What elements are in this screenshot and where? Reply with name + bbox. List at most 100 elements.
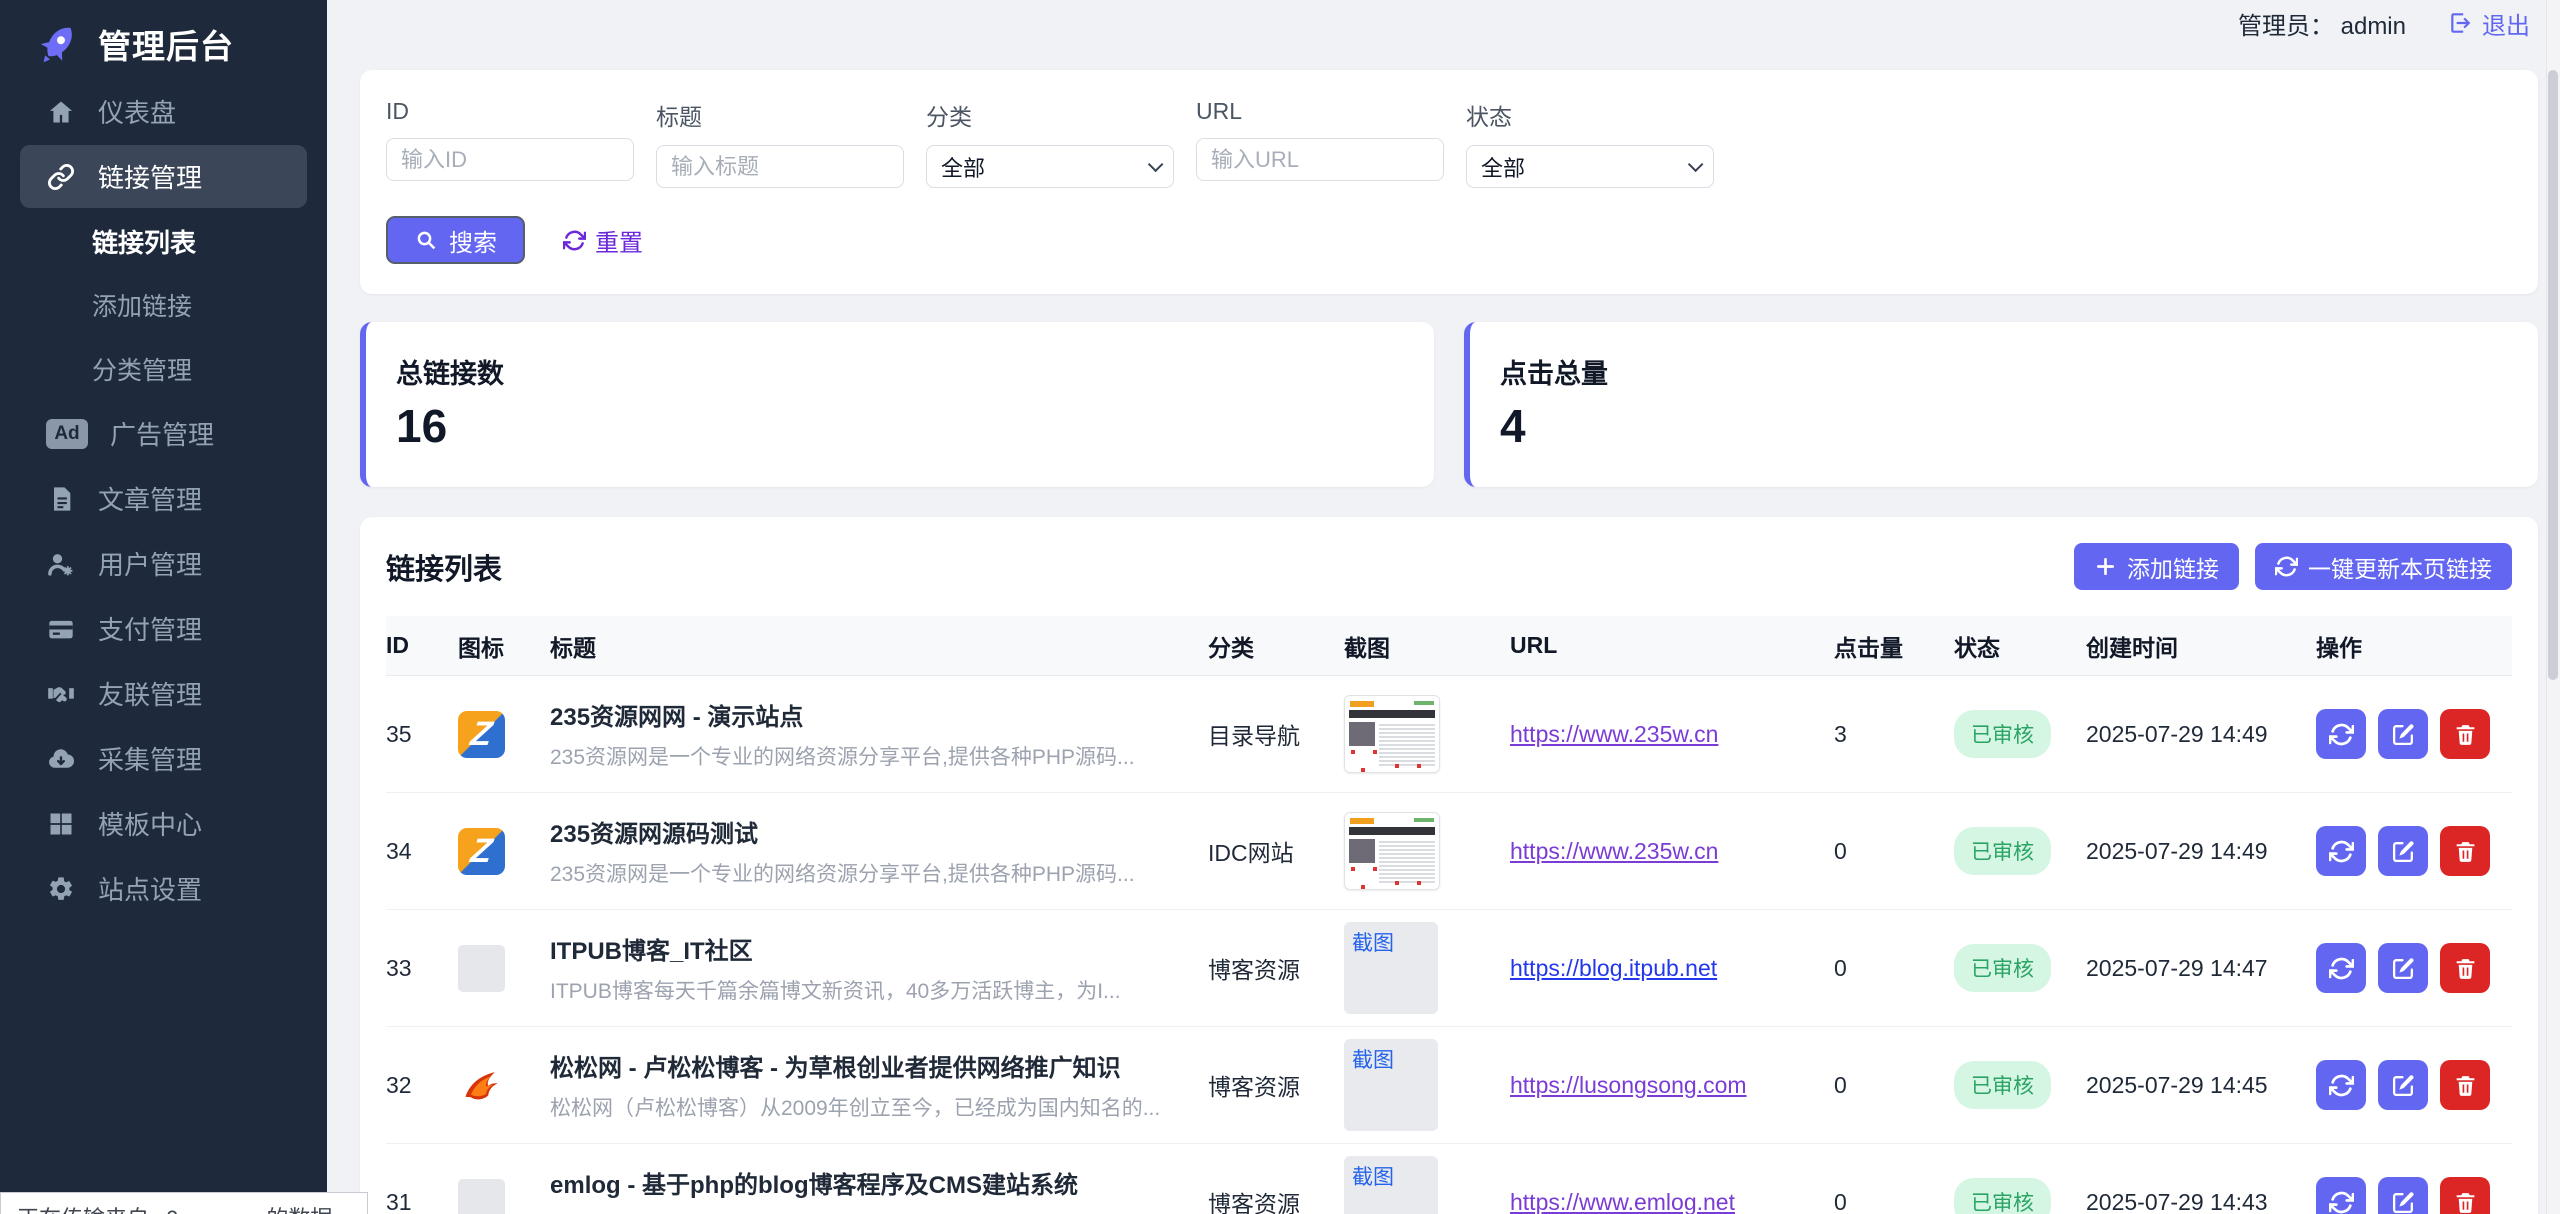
column-header: 图标 xyxy=(458,629,550,663)
sidebar-item-dashboard[interactable]: 仪表盘 xyxy=(20,80,307,143)
delete-link-button[interactable] xyxy=(2440,1060,2490,1110)
delete-link-button[interactable] xyxy=(2440,826,2490,876)
column-header: ID xyxy=(386,632,458,659)
delete-link-button[interactable] xyxy=(2440,709,2490,759)
stats-row: 总链接数16点击总量4 xyxy=(360,322,2538,487)
refresh-link-button[interactable] xyxy=(2316,943,2366,993)
sidebar-item-article-management[interactable]: 文章管理 xyxy=(20,467,307,530)
users-icon xyxy=(46,549,76,579)
link-id: 34 xyxy=(386,838,458,865)
link-description: 235资源网是一个专业的网络资源分享平台,提供各种PHP源码... xyxy=(550,858,1184,888)
logout-button[interactable]: 退出 xyxy=(2448,6,2530,41)
update-page-links-button[interactable]: 一键更新本页链接 xyxy=(2255,543,2512,590)
chevron-down-icon xyxy=(1688,157,1704,173)
url-input[interactable] xyxy=(1196,138,1444,181)
chevron-down-icon xyxy=(1148,157,1164,173)
scrollbar-track[interactable] xyxy=(2546,0,2560,1214)
edit-link-button[interactable] xyxy=(2378,1060,2428,1110)
column-header: 分类 xyxy=(1208,629,1344,663)
top-header: 管理员： admin 退出 xyxy=(327,0,2540,46)
sidebar-item-template-center[interactable]: 模板中心 xyxy=(20,792,307,855)
edit-link-button[interactable] xyxy=(2378,709,2428,759)
sidebar-item-user-management[interactable]: 用户管理 xyxy=(20,532,307,595)
sidebar-item-category-management[interactable]: 分类管理 xyxy=(20,338,307,400)
delete-link-button[interactable] xyxy=(2440,1177,2490,1214)
sidebar-item-site-settings[interactable]: 站点设置 xyxy=(20,857,307,920)
refresh-link-button[interactable] xyxy=(2316,1060,2366,1110)
column-header: 状态 xyxy=(1954,629,2086,663)
site-favicon: Z xyxy=(458,711,505,758)
reset-button[interactable]: 重置 xyxy=(563,223,643,258)
link-url[interactable]: https://www.235w.cn xyxy=(1510,838,1718,864)
link-created-time: 2025-07-29 14:43 xyxy=(2086,1189,2316,1214)
delete-link-button[interactable] xyxy=(2440,943,2490,993)
link-description: 235资源网是一个专业的网络资源分享平台,提供各种PHP源码... xyxy=(550,741,1184,771)
link-url[interactable]: https://lusongsong.com xyxy=(1510,1072,1747,1098)
admin-user-label: 管理员： admin xyxy=(2238,6,2406,41)
sidebar-item-link-management[interactable]: 链接管理 xyxy=(20,145,307,208)
link-description: 松松网（卢松松博客）从2009年创立至今，已经成为国内知名的... xyxy=(550,1092,1184,1122)
app-logo: 管理后台 xyxy=(0,0,327,68)
plus-icon xyxy=(2094,555,2117,578)
site-screenshot xyxy=(1344,695,1440,773)
filter-label: URL xyxy=(1196,98,1444,125)
logout-icon xyxy=(2448,10,2474,36)
edit-link-button[interactable] xyxy=(2378,826,2428,876)
status-select[interactable]: 全部 xyxy=(1466,145,1714,188)
handshake-icon xyxy=(46,679,76,709)
link-created-time: 2025-07-29 14:45 xyxy=(2086,1072,2316,1099)
link-category: 博客资源 xyxy=(1208,1185,1344,1214)
link-created-time: 2025-07-29 14:49 xyxy=(2086,838,2316,865)
table-row: 35 Z 235资源网网 - 演示站点 235资源网是一个专业的网络资源分享平台… xyxy=(386,676,2512,793)
add-link-button[interactable]: 添加链接 xyxy=(2074,543,2239,590)
column-header: 操作 xyxy=(2316,629,2512,663)
link-id: 35 xyxy=(386,721,458,748)
category-select[interactable]: 全部 xyxy=(926,145,1174,188)
status-badge: 已审核 xyxy=(1954,827,2051,875)
edit-link-button[interactable] xyxy=(2378,1177,2428,1214)
title-input[interactable] xyxy=(656,145,904,188)
link-url[interactable]: https://www.235w.cn xyxy=(1510,721,1718,747)
search-icon xyxy=(414,228,438,252)
refresh-link-button[interactable] xyxy=(2316,1177,2366,1214)
link-url[interactable]: https://www.emlog.net xyxy=(1510,1189,1735,1214)
doc-icon xyxy=(46,484,76,514)
sidebar-item-link-list[interactable]: 链接列表 xyxy=(20,210,307,272)
browser-status-bar: 正在传输来自 s0.wp.com 的数据... xyxy=(0,1192,368,1214)
table-header-row: ID图标标题分类截图URL点击量状态创建时间操作 xyxy=(386,616,2512,676)
filter-label: ID xyxy=(386,98,634,125)
ad-icon: Ad xyxy=(46,419,88,449)
table-row: 34 Z 235资源网源码测试 235资源网是一个专业的网络资源分享平台,提供各… xyxy=(386,793,2512,910)
column-header: 创建时间 xyxy=(2086,629,2316,663)
link-clicks: 0 xyxy=(1834,1072,1954,1099)
rocket-icon xyxy=(34,20,82,68)
search-button[interactable]: 搜索 xyxy=(386,216,525,264)
filter-panel: ID标题分类全部URL状态全部 搜索 重置 xyxy=(360,70,2538,294)
sidebar-item-friendlink-management[interactable]: 友联管理 xyxy=(20,662,307,725)
sidebar-item-ad-management[interactable]: Ad广告管理 xyxy=(20,402,307,465)
app-title: 管理后台 xyxy=(98,20,234,68)
sidebar-item-payment-management[interactable]: 支付管理 xyxy=(20,597,307,660)
link-clicks: 3 xyxy=(1834,721,1954,748)
link-description: emlog是一款基于PHP和MySQL的轻量级博客及CMS建... xyxy=(550,1209,1184,1214)
status-badge: 已审核 xyxy=(1954,1061,2051,1109)
scrollbar-thumb[interactable] xyxy=(2548,70,2558,680)
table-row: 31 emlog - 基于php的blog博客程序及CMS建站系统 emlog是… xyxy=(386,1144,2512,1214)
id-input[interactable] xyxy=(386,138,634,181)
column-header: URL xyxy=(1510,632,1834,659)
link-url[interactable]: https://blog.itpub.net xyxy=(1510,955,1717,981)
gear-icon xyxy=(46,874,76,904)
column-header: 截图 xyxy=(1344,629,1510,663)
refresh-link-button[interactable] xyxy=(2316,709,2366,759)
link-title: 235资源网源码测试 xyxy=(550,814,1184,849)
link-created-time: 2025-07-29 14:49 xyxy=(2086,721,2316,748)
sidebar-item-collection-management[interactable]: 采集管理 xyxy=(20,727,307,790)
stat-value: 4 xyxy=(1500,399,2508,453)
refresh-link-button[interactable] xyxy=(2316,826,2366,876)
filter-row: ID标题分类全部URL状态全部 xyxy=(386,98,2512,188)
edit-link-button[interactable] xyxy=(2378,943,2428,993)
link-id: 31 xyxy=(386,1189,458,1214)
sidebar-item-add-link[interactable]: 添加链接 xyxy=(20,274,307,336)
site-screenshot xyxy=(1344,812,1440,890)
sidebar: 管理后台 仪表盘链接管理链接列表添加链接分类管理Ad广告管理文章管理用户管理支付… xyxy=(0,0,327,1214)
